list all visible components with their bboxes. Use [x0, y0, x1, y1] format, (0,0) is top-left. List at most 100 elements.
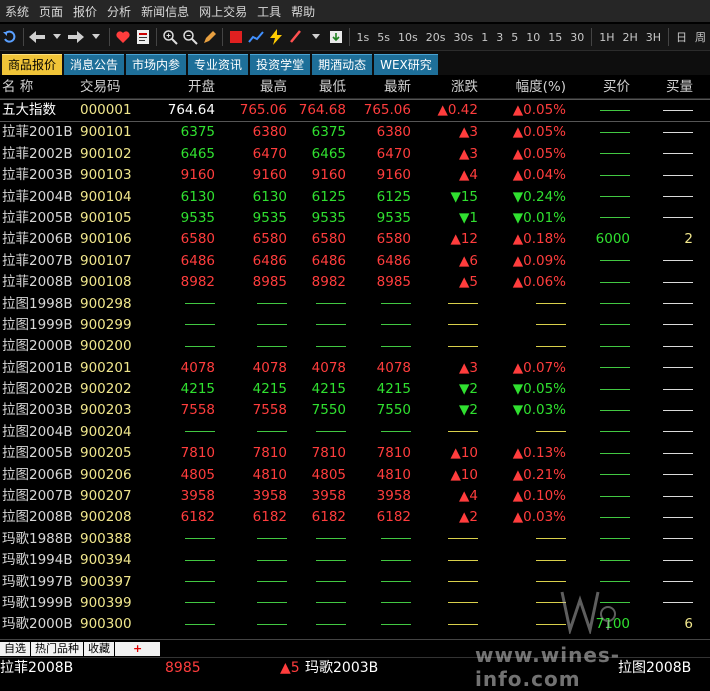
- col-bid[interactable]: 买价: [603, 76, 630, 98]
- table-row[interactable]: 五大指数 000001 764.64 765.06 764.68 765.06 ▲0.42 ▲…: [0, 99, 710, 123]
- period-button[interactable]: 周: [691, 29, 710, 45]
- table-row[interactable]: 拉图2006B 900206 4805 4810 4805 4810 ▲10 ▲0.21%: [0, 465, 710, 486]
- table-row[interactable]: 玛歌1994B 900394: [0, 550, 710, 571]
- period-button[interactable]: 20s: [422, 31, 450, 44]
- period-button[interactable]: 10: [522, 31, 544, 44]
- zoom-out-icon[interactable]: [180, 26, 200, 48]
- toolbar-divider: [22, 28, 24, 46]
- tab-0[interactable]: 商品报价: [2, 54, 63, 75]
- period-button[interactable]: 1H: [595, 31, 618, 44]
- bottom-tab[interactable]: 自选: [0, 642, 30, 656]
- period-button[interactable]: 日: [672, 29, 691, 45]
- menu-item[interactable]: 工具: [252, 3, 286, 20]
- col-open[interactable]: 开盘: [188, 76, 215, 98]
- table-row[interactable]: 拉图2004B 900204: [0, 422, 710, 443]
- dash-line: [257, 581, 287, 583]
- period-button[interactable]: 3H: [642, 31, 665, 44]
- menu-item[interactable]: 页面: [34, 3, 68, 20]
- empty-cell-line: [663, 336, 693, 357]
- tab-2[interactable]: 市场内参: [126, 54, 187, 75]
- period-button[interactable]: 3: [492, 31, 507, 44]
- table-row[interactable]: 拉图2003B 900203 7558 7558 7550 7550 ▼2 ▼0.03%: [0, 400, 710, 421]
- lightning-icon[interactable]: [266, 26, 286, 48]
- export-icon[interactable]: [326, 26, 346, 48]
- table-row[interactable]: 拉菲2001B 900101 6375 6380 6375 6380 ▲3 ▲0.05%: [0, 122, 710, 143]
- cell-open: 9535: [180, 209, 215, 226]
- period-button[interactable]: 15: [544, 31, 566, 44]
- tab-3[interactable]: 专业资讯: [188, 54, 249, 75]
- chevron-down-icon[interactable]: [86, 26, 106, 48]
- back-arrow-icon[interactable]: [27, 26, 47, 48]
- tab-6[interactable]: WEX研究: [374, 54, 438, 75]
- chart-icon[interactable]: [246, 26, 266, 48]
- chevron-down-icon[interactable]: [306, 26, 326, 48]
- table-row[interactable]: 玛歌1988B 900388: [0, 529, 710, 550]
- table-row[interactable]: 拉菲2008B 900108 8982 8985 8982 8985 ▲5 ▲0.06%: [0, 272, 710, 293]
- dash-line: [185, 324, 215, 326]
- table-row[interactable]: 拉菲2004B 900104 6130 6130 6125 6125 ▼15 ▼0.24%: [0, 187, 710, 208]
- table-row[interactable]: 拉图2008B 900208 6182 6182 6182 6182 ▲2 ▲0.03%: [0, 507, 710, 528]
- col-code[interactable]: 交易码: [80, 76, 121, 98]
- table-row[interactable]: 拉菲2006B 900106 6580 6580 6580 6580 ▲12 ▲0.18% 60…: [0, 229, 710, 250]
- table-row[interactable]: 拉菲2007B 900107 6486 6486 6486 6486 ▲6 ▲0.09%: [0, 251, 710, 272]
- stop-icon[interactable]: [226, 26, 246, 48]
- period-button[interactable]: 30: [566, 31, 588, 44]
- menu-item[interactable]: 新闻信息: [136, 3, 194, 20]
- chevron-down-icon[interactable]: [47, 26, 67, 48]
- table-row[interactable]: 拉图2007B 900207 3958 3958 3958 3958 ▲4 ▲0.10%: [0, 486, 710, 507]
- menu-item[interactable]: 分析: [102, 3, 136, 20]
- col-low[interactable]: 最低: [319, 76, 346, 98]
- menu-item[interactable]: 系统: [0, 3, 34, 20]
- table-row[interactable]: 拉图2000B 900200: [0, 336, 710, 357]
- cell-pct: ▼0.01%: [512, 209, 566, 226]
- zoom-in-icon[interactable]: [160, 26, 180, 48]
- tab-1[interactable]: 消息公告: [64, 54, 125, 75]
- table-row[interactable]: 拉图1998B 900298: [0, 294, 710, 315]
- tab-4[interactable]: 投资学堂: [250, 54, 311, 75]
- table-row[interactable]: 拉图2002B 900202 4215 4215 4215 4215 ▼2 ▼0.05%: [0, 379, 710, 400]
- tab-5[interactable]: 期酒动态: [312, 54, 373, 75]
- menu-item[interactable]: 网上交易: [194, 3, 252, 20]
- period-button[interactable]: 1: [477, 31, 492, 44]
- period-button[interactable]: 30s: [449, 31, 477, 44]
- cell-pct: ▲0.05%: [512, 145, 566, 162]
- bottom-tab[interactable]: 热门品种: [31, 642, 83, 656]
- report-icon[interactable]: [133, 26, 153, 48]
- period-button[interactable]: 5: [507, 31, 522, 44]
- pen-icon[interactable]: [286, 26, 306, 48]
- cell-code: 000001: [80, 102, 132, 118]
- table-row[interactable]: 拉菲2003B 900103 9160 9160 9160 9160 ▲4 ▲0.04%: [0, 165, 710, 186]
- bottom-tab[interactable]: 收藏: [84, 642, 114, 656]
- col-percent[interactable]: 幅度(%): [516, 76, 566, 98]
- table-row[interactable]: 拉图1999B 900299: [0, 315, 710, 336]
- col-last[interactable]: 最新: [384, 76, 411, 98]
- dash-line: [663, 602, 693, 604]
- period-button[interactable]: 1s: [353, 31, 374, 44]
- refresh-icon[interactable]: [0, 26, 20, 48]
- cell-open: 3958: [180, 488, 215, 505]
- add-tab-button[interactable]: +: [115, 642, 161, 656]
- col-change[interactable]: 涨跌: [451, 76, 478, 98]
- table-row[interactable]: 拉图2001B 900201 4078 4078 4078 4078 ▲3 ▲0.07%: [0, 358, 710, 379]
- col-high[interactable]: 最高: [260, 76, 287, 98]
- period-button[interactable]: 10s: [394, 31, 422, 44]
- table-row[interactable]: 拉菲2002B 900102 6465 6470 6465 6470 ▲3 ▲0.05%: [0, 144, 710, 165]
- menu-item[interactable]: 帮助: [286, 3, 320, 20]
- col-name[interactable]: 名 称: [2, 76, 33, 98]
- table-row[interactable]: 拉图2005B 900205 7810 7810 7810 7810 ▲10 ▲0.13%: [0, 443, 710, 464]
- empty-cell-line: [448, 422, 478, 443]
- dash-line: [600, 174, 630, 176]
- period-button[interactable]: 2H: [618, 31, 641, 44]
- period-button[interactable]: 5s: [373, 31, 394, 44]
- draw-tool-icon[interactable]: [200, 26, 220, 48]
- forward-arrow-icon[interactable]: [67, 26, 87, 48]
- col-bid-volume[interactable]: 买量: [666, 76, 693, 98]
- dash-line: [663, 516, 693, 518]
- cell-code: 900105: [80, 209, 132, 226]
- empty-cell-line: [600, 443, 630, 464]
- heart-icon[interactable]: [113, 26, 133, 48]
- dash-line: [663, 388, 693, 390]
- menu-item[interactable]: 报价: [68, 3, 102, 20]
- table-row[interactable]: 拉菲2005B 900105 9535 9535 9535 9535 ▼1 ▼0.01%: [0, 208, 710, 229]
- dash-line: [600, 367, 630, 369]
